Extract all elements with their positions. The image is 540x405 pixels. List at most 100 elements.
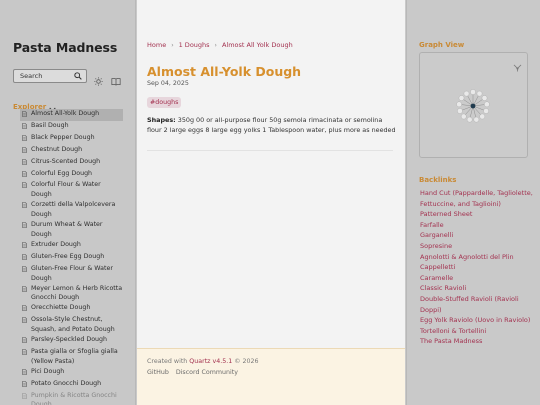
document-icon	[22, 146, 27, 157]
sidebar-item[interactable]: Pasta gialla or Sfoglia gialla (Yellow P…	[20, 347, 123, 367]
footer: Created with Quartz v4.5.1 © 2026 GitHub…	[137, 348, 405, 405]
sidebar-item-label: Potato Gnocchi Dough	[31, 379, 102, 387]
divider	[147, 150, 393, 151]
graph-node[interactable]	[481, 95, 488, 101]
document-icon	[22, 317, 27, 327]
sidebar-item-label: Parsley-Speckled Dough	[31, 336, 108, 344]
sidebar-item-label: Ossola-Style Chestnut, Squash, and Potat…	[31, 316, 115, 334]
sidebar-item[interactable]: Chestnut Dough	[20, 145, 123, 157]
right-sidebar: Graph View Backlinks Hand Cut (Pappardel…	[406, 0, 540, 405]
document-icon	[22, 135, 27, 145]
document-icon	[22, 170, 27, 181]
github-link[interactable]: GitHub	[147, 369, 169, 376]
discord-link[interactable]: Discord Community	[176, 369, 238, 376]
graph-view[interactable]	[419, 52, 528, 158]
sidebar-item[interactable]: Black Pepper Dough	[20, 133, 123, 145]
graph-current-node[interactable]	[470, 103, 476, 109]
footer-links: GitHub Discord Community	[147, 369, 238, 376]
sidebar-item-label: Colorful Flour & Water Dough	[31, 181, 101, 199]
sidebar-item-label: Corzetti della Valpolcevera Dough	[31, 201, 116, 219]
graph-node[interactable]	[460, 113, 467, 120]
backlink-item[interactable]: Garganelli	[420, 230, 534, 241]
main-content: Home › 1 Doughs › Almost All Yolk Dough …	[137, 0, 405, 405]
sidebar-item[interactable]: Ossola-Style Chestnut, Squash, and Potat…	[20, 315, 123, 335]
sidebar-item[interactable]: Pumpkin & Ricotta Gnocchi Dough	[20, 391, 123, 405]
backlink-item[interactable]: Double-Stuffed Ravioli (Ravioli Doppi)	[420, 294, 534, 315]
footer-created: Created with	[147, 358, 190, 365]
search-icon	[74, 72, 82, 80]
breadcrumb-doughs[interactable]: 1 Doughs	[179, 41, 210, 49]
backlink-item[interactable]: Classic Ravioli	[420, 283, 534, 294]
sidebar-item[interactable]: Colorful Egg Dough	[20, 169, 123, 181]
graph-node[interactable]	[479, 113, 486, 120]
backlink-item[interactable]: Egg Yolk Raviolo (Uovo in Raviolo)	[420, 315, 534, 326]
sidebar-item[interactable]: Corzetti della Valpolcevera Dough	[20, 200, 123, 220]
document-icon	[22, 349, 27, 359]
sidebar-item-label: Almost All-Yolk Dough	[31, 110, 100, 117]
sidebar-item[interactable]: Pici Dough	[20, 367, 123, 379]
graph-node[interactable]	[470, 89, 476, 95]
sidebar-item[interactable]: Extruder Dough	[20, 240, 123, 252]
page-title: Almost All-Yolk Dough	[147, 64, 302, 79]
sidebar-item[interactable]: Gluten-Free Flour & Water Dough	[20, 264, 123, 284]
sidebar-item[interactable]: Parsley-Speckled Dough	[20, 335, 123, 347]
sidebar-item-label: Colorful Egg Dough	[31, 169, 93, 177]
sidebar-item-label: Chestnut Dough	[31, 145, 83, 153]
book-icon[interactable]	[111, 71, 121, 90]
backlink-item[interactable]: Tortelloni & Tortellini	[420, 326, 534, 337]
backlink-item[interactable]: Patterned Sheet	[420, 209, 534, 220]
expand-icon[interactable]	[513, 57, 522, 76]
backlink-item[interactable]: Sopresine	[420, 241, 534, 252]
page-body: Shapes: 350g 00 or all-purpose flour 50g…	[147, 115, 397, 136]
site-title[interactable]: Pasta Madness	[13, 40, 117, 55]
document-icon	[22, 111, 27, 121]
backlink-item[interactable]: Caramelle	[420, 273, 534, 284]
backlink-item[interactable]: The Pasta Madness	[420, 336, 534, 347]
sidebar-item[interactable]: Almost All-Yolk Dough	[20, 109, 123, 121]
backlink-item[interactable]: Hand Cut (Pappardelle, Tagliolette, Fett…	[420, 188, 534, 209]
sidebar-item-label: Black Pepper Dough	[31, 133, 95, 141]
search-label: Search	[20, 72, 43, 80]
left-sidebar: Pasta Madness Search Explorer Almost All…	[0, 0, 136, 405]
document-icon	[22, 253, 27, 264]
sidebar-item[interactable]: Potato Gnocchi Dough	[20, 379, 123, 391]
sidebar-item[interactable]: Gluten-Free Egg Dough	[20, 252, 123, 264]
breadcrumb-home[interactable]: Home	[147, 41, 166, 49]
sidebar-item[interactable]: Citrus-Scented Dough	[20, 157, 123, 169]
sidebar-item[interactable]: Colorful Flour & Water Dough	[20, 180, 123, 200]
breadcrumb: Home › 1 Doughs › Almost All Yolk Dough	[147, 41, 293, 49]
graph-node[interactable]	[458, 95, 465, 101]
document-icon	[22, 305, 27, 315]
document-icon	[22, 158, 27, 169]
backlinks-title: Backlinks	[419, 176, 457, 184]
document-icon	[22, 285, 27, 296]
graph-node[interactable]	[473, 116, 480, 123]
graph-node[interactable]	[476, 90, 483, 97]
footer-year: © 2026	[232, 358, 259, 365]
sidebar-item[interactable]: Meyer Lemon & Herb Ricotta Gnocchi Dough	[20, 284, 123, 304]
graph-node[interactable]	[456, 101, 462, 108]
graph-title: Graph View	[419, 41, 465, 49]
document-icon	[22, 202, 27, 212]
page-date: Sep 04, 2025	[147, 80, 189, 87]
backlink-item[interactable]: Farfalle	[420, 220, 534, 231]
breadcrumb-current[interactable]: Almost All Yolk Dough	[222, 41, 293, 49]
sidebar-item[interactable]: Orecchiette Dough	[20, 303, 123, 315]
graph-node[interactable]	[457, 108, 463, 114]
search-button[interactable]: Search	[13, 69, 87, 83]
sidebar-item-label: Gluten-Free Egg Dough	[31, 252, 105, 260]
graph-node[interactable]	[463, 90, 470, 97]
document-icon	[22, 368, 27, 379]
backlink-item[interactable]: Agnolotti & Agnolotti del Plin	[420, 252, 534, 263]
sun-icon[interactable]	[94, 71, 103, 90]
graph-node[interactable]	[466, 116, 473, 123]
sidebar-item-label: Orecchiette Dough	[31, 304, 91, 312]
tag-doughs[interactable]: #doughs	[147, 97, 182, 108]
backlink-item[interactable]: Cappelletti	[420, 262, 534, 273]
chevron-right-icon: ›	[171, 41, 174, 49]
sidebar-item[interactable]: Durum Wheat & Water Dough	[20, 220, 123, 240]
graph-node[interactable]	[483, 108, 489, 114]
sidebar-item[interactable]: Basil Dough	[20, 121, 123, 133]
graph-node[interactable]	[484, 101, 490, 108]
quartz-link[interactable]: Quartz v4.5.1	[189, 358, 232, 365]
